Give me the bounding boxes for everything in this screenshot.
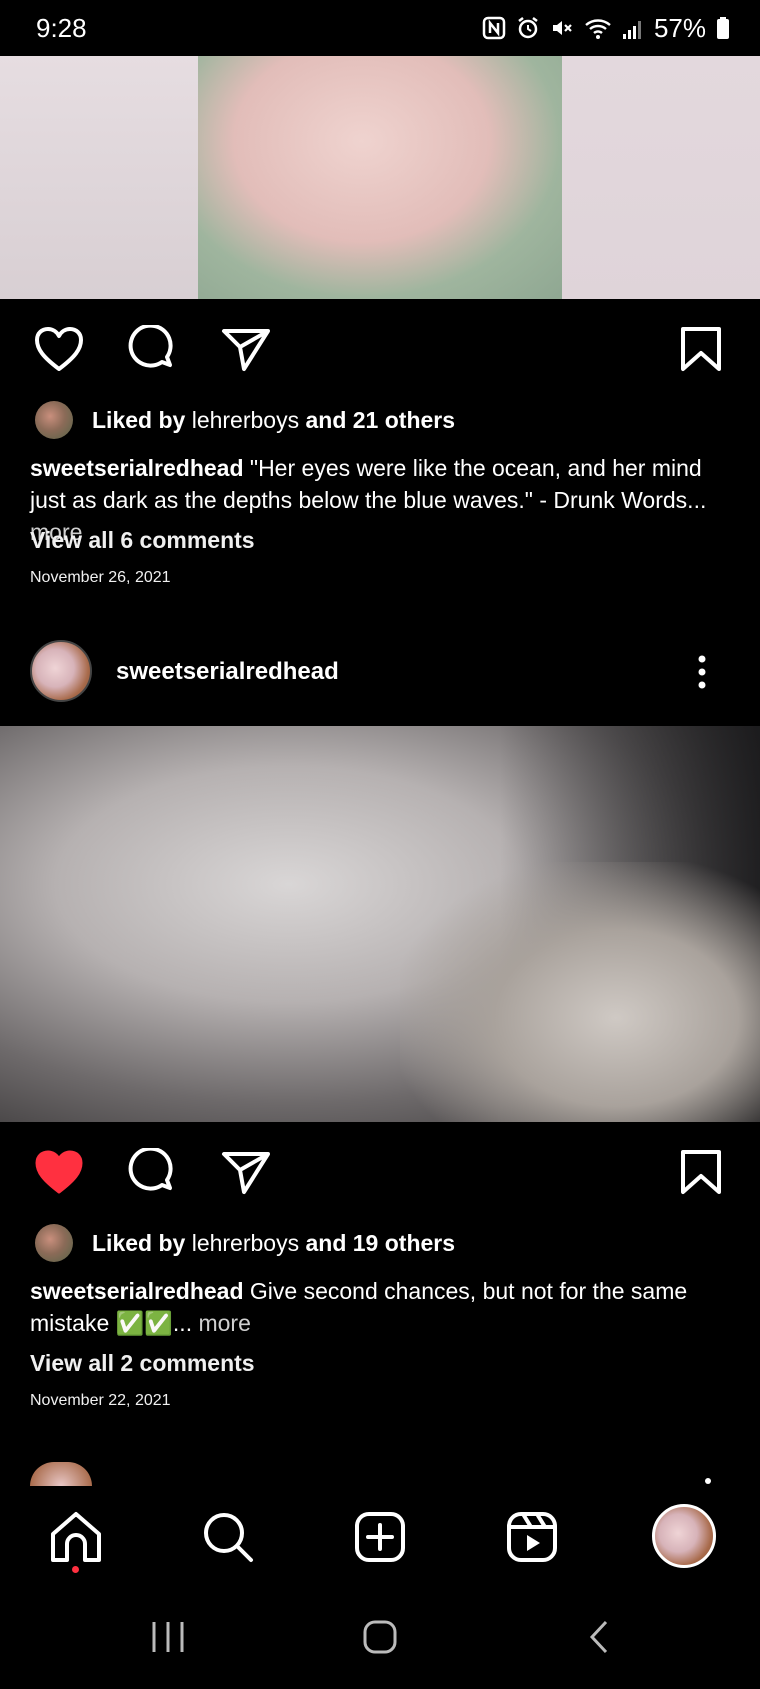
- post-photo[interactable]: [0, 726, 760, 1122]
- liked-by-avatar: [35, 401, 73, 439]
- post-date: November 22, 2021: [30, 1392, 171, 1409]
- view-comments-link[interactable]: View all 2 comments: [30, 1350, 255, 1377]
- caption-more-link[interactable]: more: [192, 1310, 250, 1336]
- post-date: November 26, 2021: [30, 569, 171, 586]
- caption-username[interactable]: sweetserialredhead: [30, 1278, 244, 1304]
- status-bar: 9:28 57%: [0, 0, 760, 56]
- battery-percentage: 57%: [653, 12, 706, 43]
- next-post-avatar[interactable]: [30, 1462, 92, 1486]
- heart-filled-icon[interactable]: [33, 1148, 85, 1196]
- liked-by-row[interactable]: Liked by lehrerboys and 19 others: [0, 1221, 760, 1265]
- status-time: 9:28: [36, 12, 87, 43]
- liked-by-username[interactable]: lehrerboys: [192, 1230, 299, 1256]
- back-button[interactable]: [582, 1618, 618, 1656]
- post-author-username[interactable]: sweetserialredhead: [116, 658, 339, 686]
- nfc-icon: [482, 16, 506, 40]
- post-caption: sweetserialredhead Give second chances, …: [30, 1275, 730, 1339]
- system-navigation-bar: [0, 1588, 760, 1689]
- liked-by-text: Liked by lehrerboys and 19 others: [92, 1229, 456, 1256]
- liked-by-avatar: [35, 1224, 73, 1262]
- bottom-navigation: [0, 1486, 760, 1588]
- comment-icon[interactable]: [126, 1148, 178, 1196]
- post-header: sweetserialredhead: [0, 638, 760, 704]
- search-icon[interactable]: [199, 1508, 257, 1566]
- liked-by-others[interactable]: 21 others: [353, 407, 455, 433]
- bookmark-icon[interactable]: [675, 1148, 727, 1196]
- photo-blur-edge-right: [562, 56, 760, 299]
- post-actions: [0, 299, 760, 395]
- liked-by-row[interactable]: Liked by lehrerboys and 21 others: [0, 398, 760, 442]
- next-post-more-icon[interactable]: [705, 1478, 711, 1484]
- more-options-icon[interactable]: [688, 652, 716, 692]
- profile-avatar[interactable]: [652, 1504, 716, 1568]
- comment-icon[interactable]: [126, 325, 178, 373]
- liked-by-username[interactable]: lehrerboys: [192, 407, 299, 433]
- reels-icon[interactable]: [503, 1508, 561, 1566]
- photo-content: [400, 862, 760, 1122]
- liked-by-text: Liked by lehrerboys and 21 others: [92, 406, 456, 433]
- share-icon[interactable]: [220, 1148, 272, 1196]
- photo-content: [198, 56, 562, 299]
- mute-icon: [552, 21, 572, 35]
- photo-blur-edge-left: [0, 56, 198, 299]
- post-photo[interactable]: [0, 56, 760, 299]
- post-actions: [0, 1122, 760, 1218]
- home-notification-dot: [72, 1566, 79, 1573]
- signal-icon: [622, 21, 641, 39]
- home-icon[interactable]: [47, 1508, 105, 1566]
- status-icons: 57%: [482, 13, 730, 44]
- view-comments-link[interactable]: View all 6 comments: [30, 527, 255, 554]
- alarm-icon: [518, 17, 538, 39]
- heart-icon[interactable]: [33, 325, 85, 373]
- bookmark-icon[interactable]: [675, 325, 727, 373]
- create-post-icon[interactable]: [351, 1508, 409, 1566]
- wifi-icon: [585, 19, 611, 39]
- share-icon[interactable]: [220, 325, 272, 373]
- post-author-avatar[interactable]: [30, 640, 92, 702]
- home-button[interactable]: [362, 1618, 398, 1656]
- battery-icon: [717, 17, 729, 39]
- caption-username[interactable]: sweetserialredhead: [30, 455, 244, 481]
- liked-by-others[interactable]: 19 others: [353, 1230, 455, 1256]
- recents-button[interactable]: [150, 1618, 186, 1656]
